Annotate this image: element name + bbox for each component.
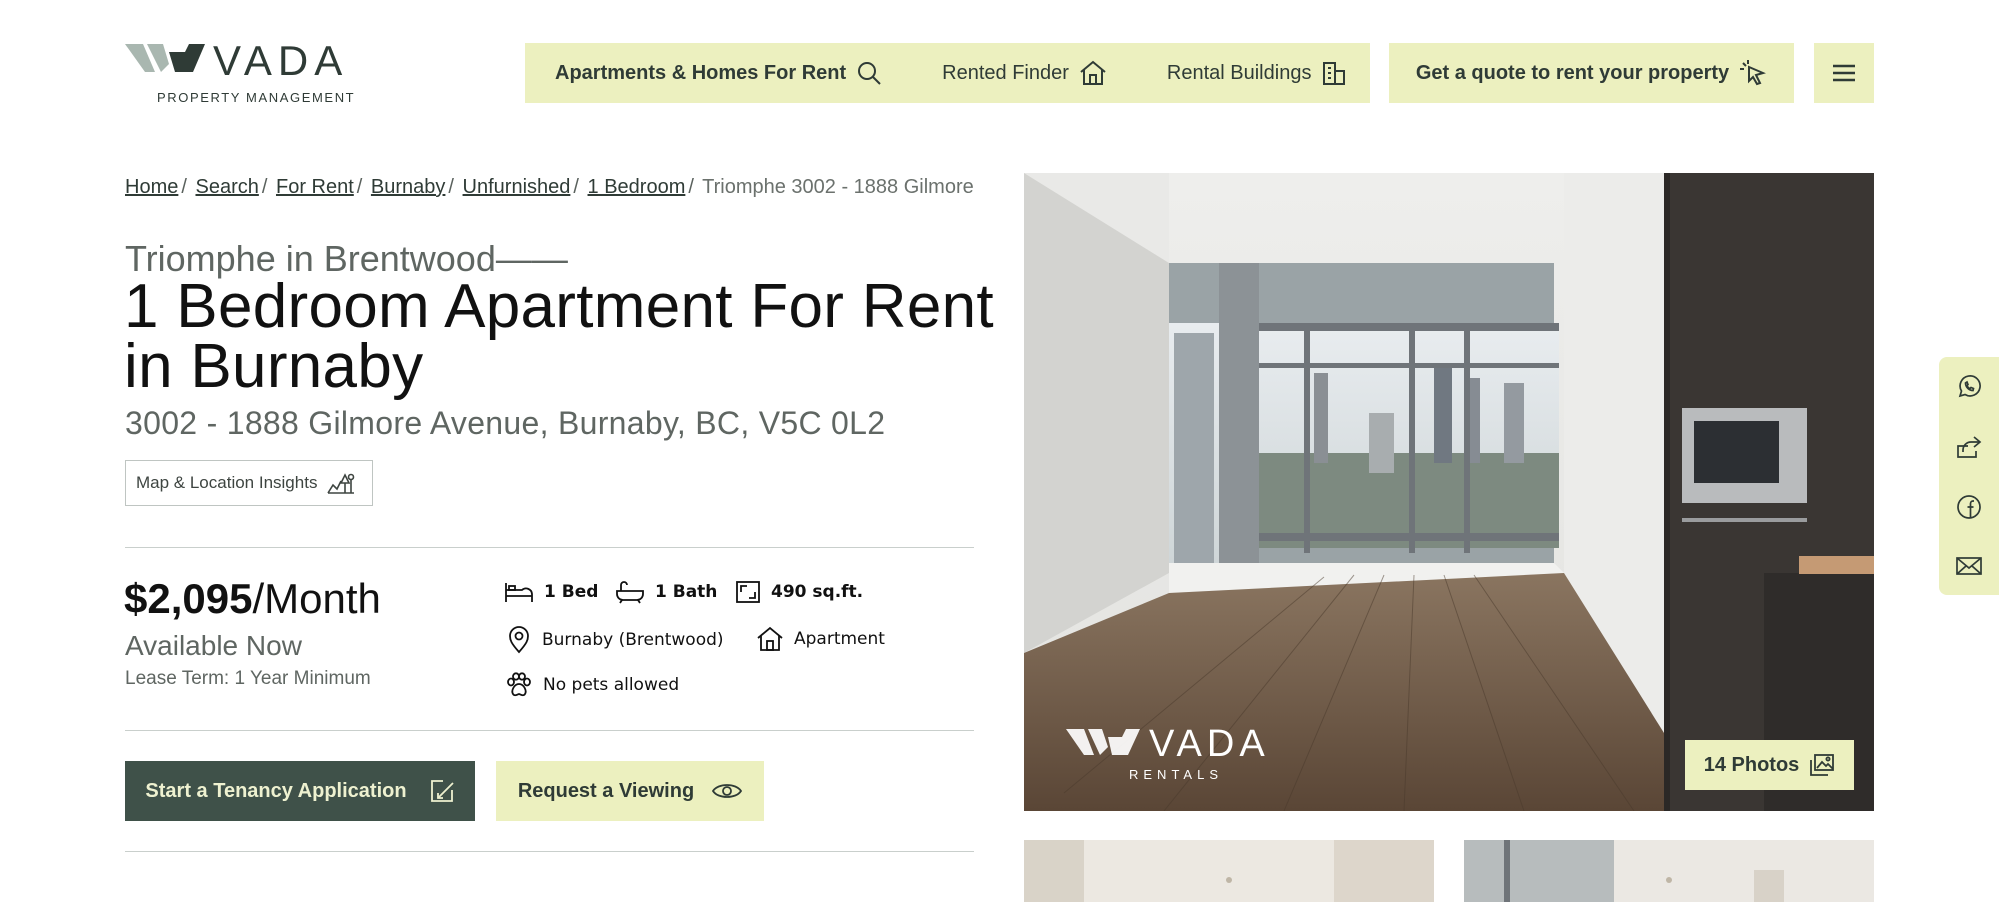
price-amount: $2,095 [124,575,253,622]
email-share-button[interactable] [1939,536,1999,595]
feature-area: 490 sq.ft. [735,580,863,604]
apartment-interior-image: VADA RENTALS [1024,173,1874,811]
feature-neighbourhood: Burnaby (Brentwood) [506,626,724,654]
breadcrumb-separator: / [356,176,363,198]
quote-label: Get a quote to rent your property [1415,61,1730,84]
breadcrumb-separator: / [688,176,694,198]
facebook-icon [1957,494,1981,519]
cursor-click-icon [1740,60,1767,86]
breadcrumb: Home / Search / For Rent / Burnaby / Unfurni… [125,176,974,199]
breadcrumb-separator: / [448,176,454,198]
hamburger-menu-icon [1833,64,1855,82]
photo-thumbnail[interactable] [1464,840,1874,902]
social-share-rail [1939,357,1999,595]
nav-label: Rental Buildings [1166,61,1312,84]
logo-mark-icon [125,44,205,72]
start-tenancy-application-button[interactable]: Start a Tenancy Application [125,761,475,821]
lease-term: Lease Term: 1 Year Minimum [125,668,371,689]
divider [125,547,974,548]
search-icon [858,62,881,85]
monthly-price: $2,095/Month [124,575,381,623]
eye-icon [712,784,743,798]
bathtub-icon [616,581,644,604]
breadcrumb-separator: / [261,176,268,198]
paw-icon [507,672,531,697]
gallery-icon [1810,754,1835,776]
map-location-insights-button[interactable]: Map & Location Insights [125,460,373,506]
feature-baths: 1 Bath [615,580,717,604]
photo-thumbnail[interactable] [1024,840,1434,902]
photos-count-label: 14 Photos [1703,753,1800,776]
nav-apartments-for-rent[interactable]: Apartments & Homes For Rent [555,43,882,103]
share-button[interactable] [1939,417,1999,476]
view-photos-button[interactable]: 14 Photos [1685,740,1854,790]
house-icon [757,626,783,651]
watermark-brand: VADA [1149,723,1270,765]
map-insights-icon [327,473,355,494]
nav-rental-buildings[interactable]: Rental Buildings [1167,43,1348,103]
application-form-icon [430,780,454,802]
breadcrumb-search[interactable]: Search [195,176,258,198]
listing-address: 3002 - 1888 Gilmore Avenue, Burnaby, BC,… [125,405,886,441]
breadcrumb-current: Triomphe 3002 - 1888 Gilmore [702,176,974,198]
bed-icon [505,583,533,602]
location-pin-icon [509,626,529,654]
apply-label: Start a Tenancy Application [145,779,407,802]
nav-rented-finder[interactable]: Rented Finder [942,43,1107,103]
thumbnail-image [1464,840,1874,902]
get-quote-button[interactable]: Get a quote to rent your property [1389,43,1794,103]
feature-baths-label: 1 Bath [655,582,718,602]
availability: Available Now [125,630,302,661]
building-icon [1323,62,1346,85]
logo-wordmark: VADA [213,37,349,84]
feature-type-label: Apartment [794,629,885,649]
house-icon [1080,60,1106,85]
divider [125,730,974,731]
breadcrumb-burnaby[interactable]: Burnaby [371,176,446,198]
feature-beds-label: 1 Bed [544,582,599,602]
price-unit: /Month [252,575,381,622]
nav-label: Apartments & Homes For Rent [555,61,847,84]
share-icon [1957,435,1982,458]
divider [125,851,974,852]
email-icon [1956,556,1982,575]
nav-label: Rented Finder [942,61,1069,84]
breadcrumb-separator: / [573,176,579,198]
breadcrumb-1-bedroom[interactable]: 1 Bedroom [588,176,686,198]
listing-main-photo[interactable]: VADA RENTALS [1024,173,1874,811]
feature-beds: 1 Bed [504,580,598,604]
page-title: 1 Bedroom Apartment For Rent in Burnaby [124,272,994,401]
area-icon [736,581,760,603]
whatsapp-icon [1958,374,1981,397]
feature-neighbourhood-label: Burnaby (Brentwood) [542,630,724,650]
thumbnail-image [1024,840,1434,902]
main-nav: Apartments & Homes For Rent Rented Finde… [525,43,1370,103]
whatsapp-share-button[interactable] [1939,357,1999,416]
breadcrumb-for-rent[interactable]: For Rent [276,176,354,198]
vada-logo[interactable]: VADA PROPERTY MANAGEMENT [125,40,360,106]
feature-pets-label: No pets allowed [543,675,680,695]
logo-tagline: PROPERTY MANAGEMENT [157,90,356,105]
feature-type: Apartment [756,626,885,652]
feature-pets: No pets allowed [505,672,679,698]
feature-area-label: 490 sq.ft. [771,582,864,602]
hamburger-menu-button[interactable] [1814,43,1874,103]
viewing-label: Request a Viewing [517,779,695,802]
breadcrumb-unfurnished[interactable]: Unfurnished [463,176,571,198]
breadcrumb-home[interactable]: Home [125,176,178,198]
request-viewing-button[interactable]: Request a Viewing [496,761,764,821]
watermark-sub: RENTALS [1129,767,1223,782]
breadcrumb-separator: / [181,176,187,198]
facebook-share-button[interactable] [1939,477,1999,536]
map-button-label: Map & Location Insights [136,473,318,492]
